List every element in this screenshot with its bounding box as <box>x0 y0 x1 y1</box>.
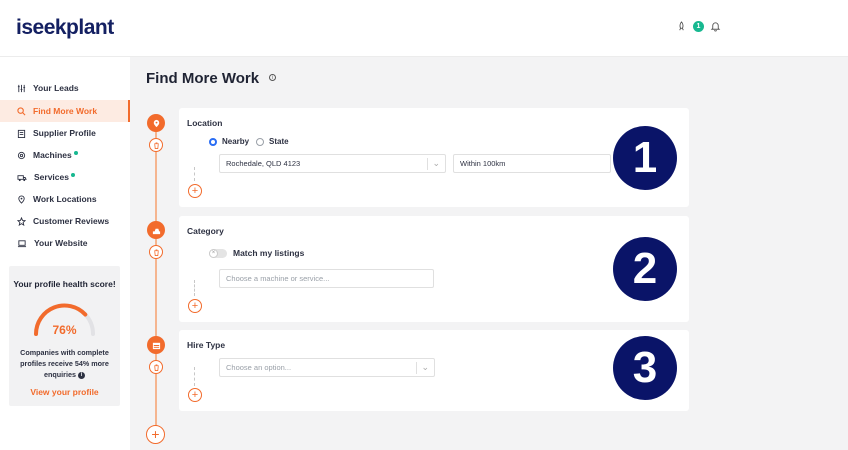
profile-health-card: Your profile health score! 76% Companies… <box>9 266 120 406</box>
brand-logo[interactable]: iseekplant <box>16 16 114 40</box>
gear-icon <box>17 151 26 159</box>
sidebar-item-services[interactable]: Services <box>0 166 130 188</box>
hire-type-placeholder: Choose an option... <box>226 363 292 372</box>
location-card: Location Nearby State Rochedale, QLD 412… <box>179 108 689 207</box>
delete-location-button[interactable] <box>149 138 163 152</box>
sidebar-item-label: Services <box>34 172 69 182</box>
radio-state-label: State <box>269 137 289 146</box>
location-label: Location <box>187 118 223 128</box>
toggle-knob: × <box>209 249 218 258</box>
notification-badge: 1 <box>693 21 704 32</box>
sidebar-item-machines[interactable]: Machines <box>0 144 130 166</box>
clipboard-icon <box>17 129 26 138</box>
calendar-icon <box>152 342 160 349</box>
bell-icon[interactable] <box>710 21 721 32</box>
dashed-connector <box>194 367 195 386</box>
radio-nearby[interactable]: Nearby <box>209 137 249 146</box>
sidebar-item-work-locations[interactable]: Work Locations <box>0 188 130 210</box>
star-icon <box>17 216 26 226</box>
dashed-connector <box>194 280 195 296</box>
radio-state[interactable]: State <box>256 137 289 146</box>
health-percent: 76% <box>52 323 77 337</box>
add-category-button[interactable]: + <box>188 299 202 313</box>
step-number-badge: 3 <box>613 336 677 400</box>
map-pin-icon <box>18 195 25 204</box>
sidebar-item-label: Supplier Profile <box>33 128 96 138</box>
step-timeline <box>155 122 157 427</box>
new-indicator-dot <box>70 172 75 177</box>
sidebar-item-find-more-work[interactable]: Find More Work <box>0 100 130 122</box>
rocket-icon[interactable] <box>676 21 687 32</box>
step-number-badge: 2 <box>613 237 677 301</box>
select-separator <box>416 362 417 374</box>
top-icons: 1 <box>676 21 721 32</box>
category-label: Category <box>187 226 224 236</box>
hire-type-label: Hire Type <box>187 340 226 350</box>
chevron-down-icon[interactable]: ⌄ <box>421 362 429 373</box>
radio-nearby-label: Nearby <box>222 137 250 146</box>
sidebar-item-label: Find More Work <box>33 106 98 116</box>
category-input[interactable]: Choose a machine or service... <box>219 269 434 288</box>
laptop-icon <box>17 239 27 247</box>
step-location-marker <box>147 114 165 132</box>
add-filter-button[interactable]: + <box>146 425 165 444</box>
sidebar-item-label: Your Leads <box>33 83 79 93</box>
sidebar-item-your-leads[interactable]: Your Leads <box>0 77 130 99</box>
trash-icon <box>153 363 159 371</box>
radius-value: Within 100km <box>460 159 506 168</box>
add-location-button[interactable]: + <box>188 184 202 198</box>
match-listings-toggle[interactable]: × <box>209 249 227 258</box>
new-indicator-dot <box>73 150 78 155</box>
hire-type-select[interactable]: Choose an option... ⌄ <box>219 358 435 377</box>
map-pin-icon <box>153 119 159 127</box>
sidebar-item-label: Customer Reviews <box>33 216 110 226</box>
match-listings-label: Match my listings <box>233 248 305 258</box>
sidebar-item-label: Your Website <box>34 238 88 248</box>
location-select[interactable]: Rochedale, QLD 4123 ⌄ <box>219 154 446 173</box>
sidebar-item-label: Work Locations <box>33 194 97 204</box>
sidebar-item-supplier-profile[interactable]: Supplier Profile <box>0 122 130 144</box>
sliders-icon <box>17 84 26 92</box>
chevron-down-icon[interactable]: ⌄ <box>432 158 440 169</box>
top-bar: iseekplant 1 <box>0 0 848 57</box>
machine-icon <box>152 228 160 234</box>
health-description: Companies with complete profiles receive… <box>20 348 109 379</box>
info-icon[interactable]: i <box>269 74 276 81</box>
sidebar-item-label: Machines <box>33 150 72 160</box>
radio-nearby-indicator[interactable] <box>209 137 217 146</box>
hire-type-card: Hire Type Choose an option... ⌄ + 3 <box>179 330 689 411</box>
select-separator <box>427 158 428 170</box>
trash-icon <box>153 248 159 256</box>
radius-select[interactable]: Within 100km <box>453 154 611 173</box>
sidebar-item-customer-reviews[interactable]: Customer Reviews <box>0 210 130 232</box>
delete-category-button[interactable] <box>149 245 163 259</box>
dashed-connector <box>194 167 195 181</box>
page-title: Find More Work <box>146 70 260 87</box>
trash-icon <box>153 141 159 149</box>
search-icon <box>17 106 26 115</box>
sidebar-item-your-website[interactable]: Your Website <box>0 232 130 254</box>
category-card: Category × Match my listings Choose a ma… <box>179 216 689 322</box>
radio-state-indicator[interactable] <box>256 137 264 146</box>
view-profile-link[interactable]: View your profile <box>9 387 120 397</box>
truck-icon <box>17 174 27 181</box>
delete-hire-type-button[interactable] <box>149 360 163 374</box>
step-hire-type-marker <box>147 336 165 354</box>
category-placeholder: Choose a machine or service... <box>226 274 330 283</box>
add-hire-type-button[interactable]: + <box>188 388 202 402</box>
step-category-marker <box>147 221 165 239</box>
info-icon[interactable]: i <box>77 371 85 379</box>
location-value: Rochedale, QLD 4123 <box>226 159 301 168</box>
health-title: Your profile health score! <box>13 279 116 289</box>
step-number-badge: 1 <box>613 126 677 190</box>
